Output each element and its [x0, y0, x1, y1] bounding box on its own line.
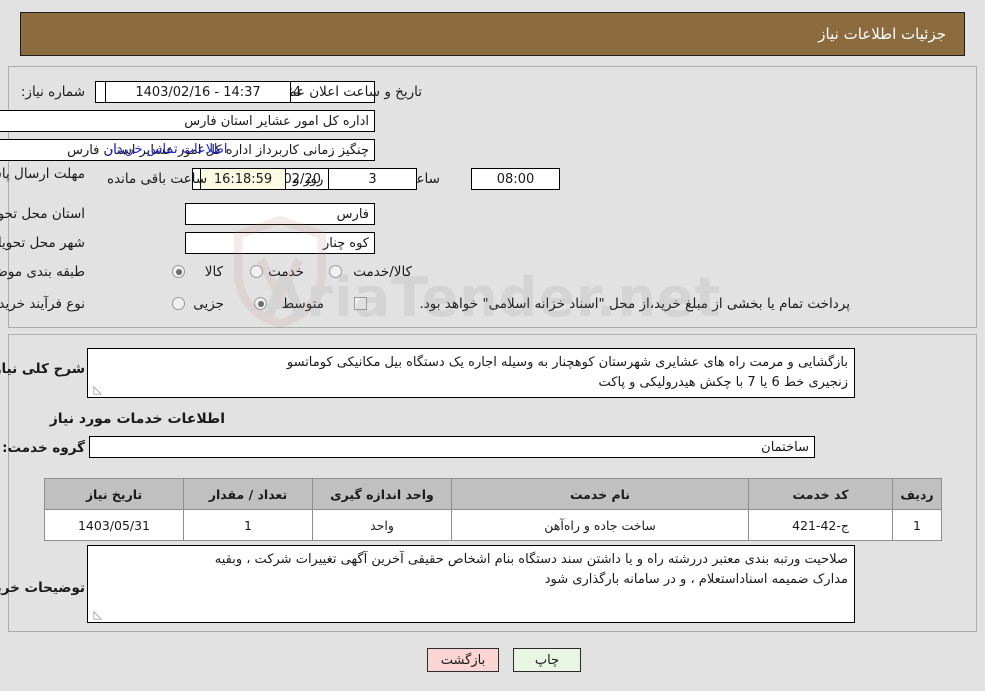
process-radio-1[interactable]	[254, 297, 267, 310]
resize-grip-icon[interactable]: ◺	[90, 609, 102, 621]
page-header-bar: جزئیات اطلاعات نیاز	[20, 12, 965, 56]
category-radio-2[interactable]	[329, 265, 342, 278]
description-line-1: بازگشایی و مرمت راه های عشایری شهرستان ک…	[286, 355, 848, 370]
process-radio-0[interactable]	[172, 297, 185, 310]
category-label: طبقه بندی موضوعی:	[0, 264, 85, 280]
column-header-code: کد خدمت	[748, 478, 893, 510]
remaining-suffix-label: ساعت باقی مانده	[107, 171, 208, 187]
province-field[interactable]: فارس	[185, 203, 375, 225]
category-label-0: کالا	[204, 264, 223, 280]
deadline-hour-field[interactable]: 08:00	[471, 168, 560, 190]
process-label-1: متوسط	[281, 296, 324, 312]
category-label-2: کالا/خدمت	[353, 264, 412, 280]
column-header-unit: واحد اندازه گیری	[312, 478, 452, 510]
resize-grip-icon[interactable]: ◺	[90, 384, 102, 396]
cell-need-date: 1403/05/31	[44, 509, 184, 541]
back-button[interactable]: بازگشت	[427, 648, 499, 672]
buyer-org-field[interactable]: اداره کل امور عشایر استان فارس	[0, 110, 375, 132]
column-header-name: نام خدمت	[451, 478, 749, 510]
page-title: جزئیات اطلاعات نیاز	[818, 25, 946, 43]
announce-datetime-field[interactable]: 14:37 - 1403/02/16	[105, 81, 291, 103]
buyer-notes-line-1: صلاحیت ورتبه بندی معتبر دررشته راه و یا …	[214, 552, 848, 567]
city-label: شهر محل تحویل:	[0, 235, 85, 251]
column-header-index: ردیف	[892, 478, 942, 510]
description-line-2: زنجیری خط 6 یا 7 با چکش هیدرولیکی و پاکت	[598, 374, 848, 390]
description-label: شرح کلی نیاز:	[0, 361, 85, 377]
services-table: ردیف کد خدمت نام خدمت واحد اندازه گیری ت…	[44, 478, 942, 541]
cell-name: ساخت جاده و راه‌آهن	[451, 509, 749, 541]
cell-index: 1	[892, 509, 942, 541]
cell-code: ج-42-421	[748, 509, 893, 541]
description-textarea[interactable]: بازگشایی و مرمت راه های عشایری شهرستان ک…	[87, 348, 855, 398]
deadline-label: مهلت ارسال پاسخ: تا تاریخ:	[0, 166, 85, 182]
cell-quantity: 1	[183, 509, 313, 541]
treasury-bonds-label: پرداخت تمام یا بخشی از مبلغ خرید،از محل …	[419, 296, 850, 312]
cell-unit: واحد	[312, 509, 452, 541]
remaining-days-field[interactable]: 3	[328, 168, 417, 190]
service-group-field[interactable]: ساختمان	[89, 436, 815, 458]
city-field[interactable]: کوه چنار	[185, 232, 375, 254]
buyer-notes-line-2: مدارک ضمیمه اسناداستعلام ، و در سامانه ب…	[544, 571, 848, 587]
province-label: استان محل تحویل:	[0, 206, 85, 222]
table-header-row: ردیف کد خدمت نام خدمت واحد اندازه گیری ت…	[44, 478, 942, 510]
need-details-page: جزئیات اطلاعات نیاز شماره نیاز: 11030031…	[0, 0, 985, 691]
remaining-days-label: روز و	[293, 171, 324, 187]
service-group-label: گروه خدمت:	[2, 440, 85, 456]
services-section-title: اطلاعات خدمات مورد نیاز	[49, 411, 225, 427]
need-summary-panel	[8, 66, 977, 328]
print-button[interactable]: چاپ	[513, 648, 581, 672]
buyer-notes-label: توضیحات خریدار:	[0, 580, 85, 596]
column-header-quantity: تعداد / مقدار	[183, 478, 313, 510]
category-label-1: خدمت	[268, 264, 304, 280]
buyer-notes-textarea[interactable]: صلاحیت ورتبه بندی معتبر دررشته راه و یا …	[87, 545, 855, 623]
category-radio-1[interactable]	[250, 265, 263, 278]
category-radio-0[interactable]	[172, 265, 185, 278]
treasury-bonds-checkbox[interactable]	[354, 297, 367, 310]
column-header-need-date: تاریخ نیاز	[44, 478, 184, 510]
buyer-contact-link[interactable]: اطلاعات تماس خریدار	[107, 142, 227, 157]
process-label-0: جزیی	[193, 296, 224, 312]
table-row: 1 ج-42-421 ساخت جاده و راه‌آهن واحد 1 14…	[44, 509, 942, 541]
need-number-label: شماره نیاز:	[20, 84, 85, 100]
process-label: نوع فرآیند خرید :	[0, 296, 85, 312]
remaining-countdown-field: 16:18:59	[200, 168, 286, 190]
